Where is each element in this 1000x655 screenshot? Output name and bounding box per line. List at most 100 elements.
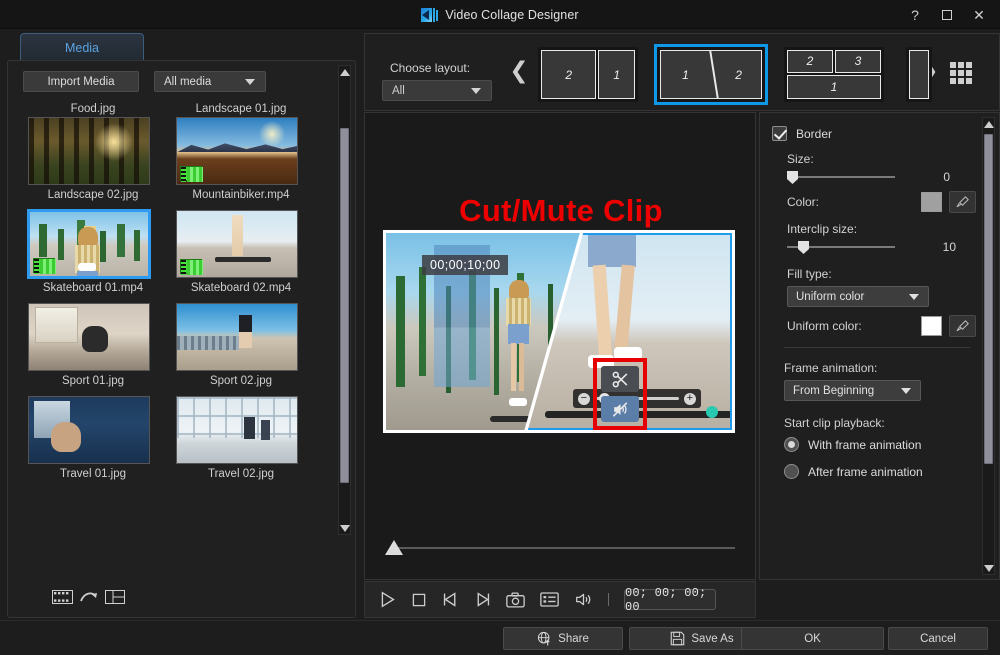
scroll-down-arrow-icon[interactable] (339, 522, 350, 534)
start-playback-option-with[interactable]: With frame animation (784, 437, 978, 452)
cut-clip-button[interactable] (601, 366, 639, 392)
media-thumbnail[interactable] (28, 396, 150, 464)
list-item[interactable]: Landscape 01.jpg (176, 99, 306, 115)
previous-frame-button[interactable] (442, 591, 459, 608)
stop-button[interactable] (411, 592, 427, 608)
media-grid: Food.jpg Landscape 01.jpg Landscape 02.j… (16, 99, 341, 599)
clip-list-button[interactable] (540, 592, 559, 607)
media-thumbnail[interactable] (28, 303, 150, 371)
media-thumbnail[interactable] (176, 303, 298, 371)
list-item[interactable]: Travel 01.jpg (28, 396, 158, 480)
maximize-icon (942, 10, 952, 20)
play-icon (379, 591, 396, 608)
scroll-up-arrow-icon[interactable] (983, 118, 994, 130)
arrow-curve-icon[interactable] (80, 590, 98, 607)
list-item[interactable]: Sport 02.jpg (176, 303, 306, 387)
maximize-button[interactable] (932, 3, 962, 27)
scroll-down-arrow-icon[interactable] (983, 562, 994, 574)
slider-knob[interactable] (798, 241, 809, 254)
filmstrip-icon[interactable] (52, 590, 73, 607)
list-item[interactable]: Mountainbiker.mp4 (176, 117, 306, 201)
scroll-up-arrow-icon[interactable] (339, 66, 350, 78)
list-item[interactable]: Travel 02.jpg (176, 396, 306, 480)
window-title: Video Collage Designer (445, 8, 578, 22)
layout-prev-button[interactable]: ❮ (508, 56, 530, 84)
radio-after-frame-animation[interactable] (784, 464, 799, 479)
border-color-swatch[interactable] (921, 192, 942, 212)
toolbar-divider (608, 593, 609, 606)
interclip-size-slider[interactable] (787, 241, 895, 253)
cancel-button[interactable]: Cancel (888, 627, 988, 650)
media-row: Travel 01.jpg Travel 02.jpg (16, 396, 341, 489)
layout-option-2-3-1[interactable]: 2 3 1 (784, 47, 884, 102)
ok-button[interactable]: OK (741, 627, 884, 650)
zoom-in-button[interactable]: + (684, 393, 696, 405)
mute-speaker-icon (611, 400, 630, 419)
list-item-selected[interactable]: Skateboard 01.mp4 (28, 210, 158, 294)
snapshot-button[interactable] (506, 592, 525, 608)
list-item[interactable]: Food.jpg (28, 99, 158, 115)
media-label: Skateboard 02.mp4 (176, 282, 306, 294)
tab-media[interactable]: Media (20, 33, 144, 61)
media-scrollbar-thumb[interactable] (340, 128, 349, 483)
uniform-color-eyedropper[interactable] (949, 315, 976, 337)
slider-track[interactable] (787, 176, 895, 178)
border-color-eyedropper[interactable] (949, 191, 976, 213)
media-row: Landscape 02.jpg Mountainbiker.mp4 (16, 117, 341, 210)
fill-type-value: Uniform color (796, 291, 864, 303)
help-button[interactable]: ? (900, 3, 930, 27)
timeline-scrubber[interactable] (382, 538, 737, 560)
title-bar: Video Collage Designer ? ✕ (0, 0, 1000, 29)
settings-scrollbar[interactable] (982, 117, 995, 575)
video-badge-icon (180, 259, 202, 274)
next-frame-button[interactable] (474, 591, 491, 608)
media-thumbnail[interactable] (176, 396, 298, 464)
share-button[interactable]: Share (503, 627, 623, 650)
previous-frame-icon (442, 591, 459, 608)
import-media-button[interactable]: Import Media (23, 71, 139, 92)
collage-grid-icon[interactable] (105, 590, 125, 607)
list-item[interactable]: Landscape 02.jpg (28, 117, 158, 201)
radio-with-frame-animation[interactable] (784, 437, 799, 452)
media-scrollbar[interactable] (338, 65, 351, 535)
settings-scrollbar-thumb[interactable] (984, 134, 993, 464)
collage-preview[interactable]: 00;00;10;00 − + (383, 230, 735, 433)
start-playback-option-after[interactable]: After frame animation (784, 464, 978, 479)
grid-view-icon[interactable] (950, 62, 972, 84)
chevron-down-icon (245, 79, 255, 85)
media-thumbnail[interactable] (176, 210, 298, 278)
play-button[interactable] (379, 591, 396, 608)
close-button[interactable]: ✕ (964, 3, 994, 27)
interclip-size-value: 10 (943, 240, 956, 254)
list-item[interactable]: Sport 01.jpg (28, 303, 158, 387)
media-label: Mountainbiker.mp4 (176, 189, 306, 201)
border-checkbox-row[interactable]: Border (772, 126, 978, 141)
media-filter-dropdown[interactable]: All media (154, 71, 266, 92)
media-thumbnail[interactable] (28, 210, 150, 278)
media-label: Sport 01.jpg (28, 375, 158, 387)
timecode-display[interactable]: 00; 00; 00; 00 (624, 589, 716, 610)
media-thumbnail[interactable] (176, 117, 298, 185)
fill-type-dropdown[interactable]: Uniform color (787, 286, 929, 307)
volume-button[interactable] (574, 591, 593, 608)
mute-clip-button[interactable] (601, 396, 639, 422)
collage-canvas[interactable]: 00;00;10;00 − + (386, 233, 732, 430)
chevron-down-icon (901, 388, 911, 394)
zoom-out-button[interactable]: − (578, 393, 590, 405)
border-checkbox[interactable] (772, 126, 787, 141)
window-controls: ? ✕ (900, 0, 994, 29)
scrubber-track[interactable] (390, 547, 735, 549)
list-item[interactable]: Skateboard 02.mp4 (176, 210, 306, 294)
layout-option-2-1[interactable]: 2 1 (538, 47, 638, 102)
uniform-color-swatch[interactable] (921, 316, 942, 336)
media-panel: Media Import Media All media Food.jpg (7, 33, 356, 618)
border-size-slider[interactable] (787, 171, 895, 183)
media-row: Sport 01.jpg Sport 02.jpg (16, 303, 341, 396)
layout-option-1-2-diagonal-selected[interactable]: 1 2 (657, 47, 765, 102)
layout-filter-dropdown[interactable]: All (382, 80, 492, 101)
layout-option-partial[interactable] (906, 47, 932, 102)
frame-animation-dropdown[interactable]: From Beginning (784, 380, 921, 401)
media-thumbnail[interactable] (28, 117, 150, 185)
scrubber-playhead[interactable] (385, 540, 403, 555)
slider-knob[interactable] (787, 171, 798, 184)
